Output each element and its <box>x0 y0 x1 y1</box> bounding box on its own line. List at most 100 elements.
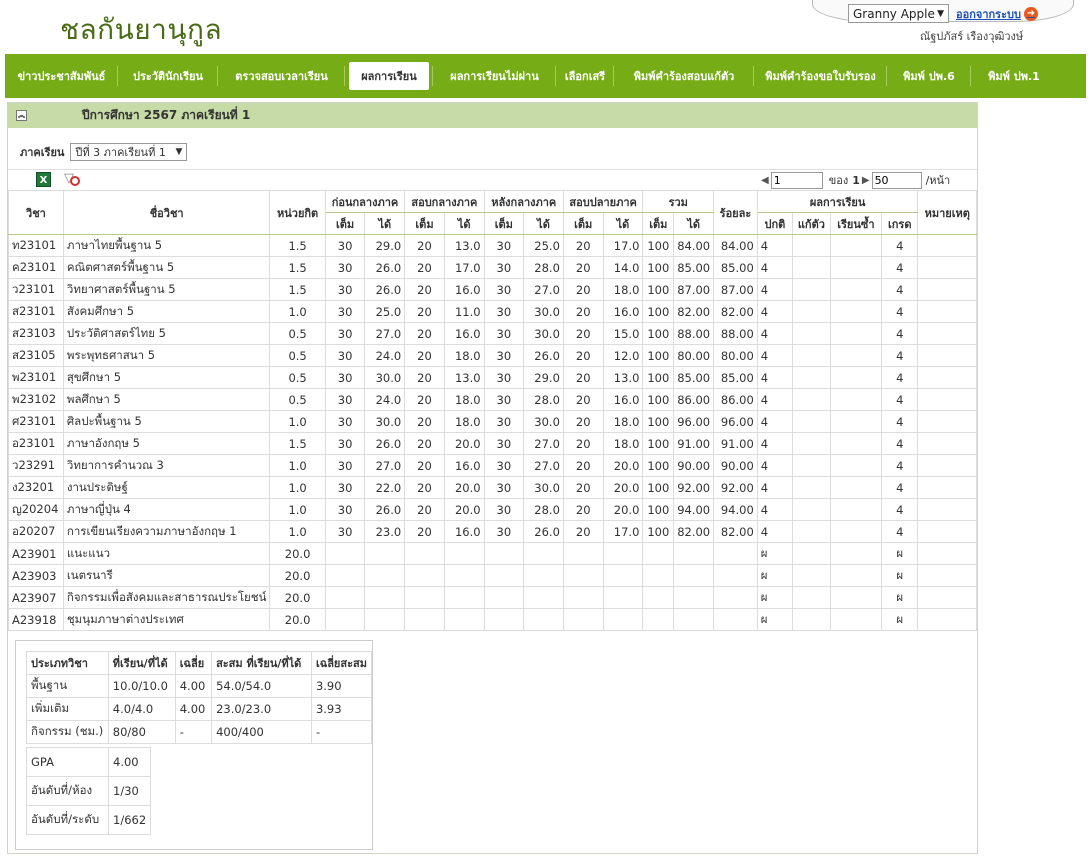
table-cell <box>917 454 977 477</box>
col-credit[interactable]: หน่วยกิต <box>269 190 326 235</box>
sum-col-cum-avg: เฉลี่ยสะสม <box>310 651 373 675</box>
page-input[interactable] <box>770 171 823 189</box>
col-got: ได้ <box>673 212 715 235</box>
table-cell: 27.0 <box>523 454 564 477</box>
table-cell: 85.00 <box>713 256 758 279</box>
table-cell <box>364 586 406 609</box>
table-row[interactable]: ญ20204 ภาษาญี่ปุ่น 4 1.0 30 26.0 20 20.0 30 28.0… <box>8 498 977 521</box>
table-cell: 18.0 <box>602 432 644 455</box>
summary-cell: 4.00 <box>174 674 213 698</box>
table-cell: 100 <box>642 520 675 543</box>
table-cell <box>642 608 675 631</box>
nav-item-8[interactable]: พิมพ์ ปพ.6 <box>887 54 971 98</box>
table-cell: 20 <box>562 256 604 279</box>
table-row[interactable]: ง23201 งานประดิษฐ์ 1.0 30 22.0 20 20.0 30 30.0 20… <box>8 476 977 499</box>
table-cell: 27.0 <box>523 278 564 301</box>
nav-item-6[interactable]: พิมพ์คำร้องสอบแก้ตัว <box>614 54 754 98</box>
table-row[interactable]: ว23291 วิทยาการคำนวณ 3 1.0 30 27.0 20 16.0 30 27… <box>8 454 977 477</box>
col-remark[interactable]: หมายเหตุ <box>917 190 977 235</box>
table-cell: 30 <box>483 432 525 455</box>
table-row[interactable]: พ23101 สุขศึกษา 5 0.5 30 30.0 20 13.0 30 29.0 20 1… <box>8 366 977 389</box>
nav-item-5[interactable]: เลือกเสรี <box>556 54 614 98</box>
table-row[interactable]: ส23101 สังคมศึกษา 5 1.0 30 25.0 20 11.0 30 30.0 2… <box>8 300 977 323</box>
table-cell <box>602 586 644 609</box>
gpa-value: 1/662 <box>107 805 152 835</box>
logout-link[interactable]: ออกจากระบบ ➜ <box>956 5 1038 23</box>
table-row[interactable]: ค23101 คณิตศาสตร์พื้นฐาน 5 1.5 30 26.0 20 17.0… <box>8 256 977 279</box>
table-row[interactable]: อ20207 การเขียนเรียงความภาษาอังกฤษ 1 1.0 30… <box>8 520 977 543</box>
table-cell: 100 <box>642 432 675 455</box>
excel-export-icon[interactable]: X <box>36 172 51 187</box>
summary-row: กิจกรรม (ชม.) 80/80-400/400- <box>26 720 373 744</box>
table-cell: 4 <box>881 476 919 499</box>
table-cell: 1.0 <box>269 520 326 543</box>
sum-col-credits: ที่เรียน/ที่ได้ <box>107 651 176 675</box>
col-got: ได้ <box>443 212 485 235</box>
table-row[interactable]: ท23101 ภาษาไทยพื้นฐาน 5 1.5 30 29.0 20 13.0 30 2… <box>8 234 977 257</box>
table-cell: 4 <box>756 322 794 345</box>
table-cell <box>324 542 366 565</box>
nav-item-3[interactable]: ผลการเรียน <box>345 54 433 98</box>
table-cell: 30 <box>324 388 366 411</box>
nav-item-4[interactable]: ผลการเรียนไม่ผ่าน <box>433 54 556 98</box>
table-cell: ศิลปะพื้นฐาน 5 <box>62 410 271 433</box>
table-cell <box>483 608 525 631</box>
logout-label: ออกจากระบบ <box>956 8 1021 21</box>
semester-select[interactable]: ปีที่ 3 ภาคเรียนที่ 1 ▼ <box>70 143 188 161</box>
table-cell: 20 <box>404 476 445 499</box>
table-cell: 1.5 <box>269 234 326 257</box>
table-cell: 12.0 <box>602 344 644 367</box>
table-cell: 30 <box>324 344 366 367</box>
nav-item-label: ประวัตินักเรียน <box>133 70 203 83</box>
table-cell <box>602 564 644 587</box>
table-cell: 85.00 <box>673 366 715 389</box>
col-repeat: เรียนซ้ำ <box>829 212 883 235</box>
table-cell: 20 <box>562 278 604 301</box>
table-cell: 20.0 <box>269 608 326 631</box>
table-cell <box>829 454 883 477</box>
table-row[interactable]: A23918 ชุมนุมภาษาต่างประเทศ 20.0 ผ ผ <box>8 608 977 631</box>
collapse-up-icon[interactable]: ︽ <box>16 110 27 121</box>
gpa-row: อันดับที่/ห้อง 1/30 <box>26 776 152 806</box>
table-cell: 26.0 <box>364 498 406 521</box>
gpa-row: GPA 4.00 <box>26 747 152 777</box>
table-row[interactable]: ว23101 วิทยาศาสตร์พื้นฐาน 5 1.5 30 26.0 20 16.… <box>8 278 977 301</box>
nav-item-7[interactable]: พิมพ์คำร้องขอใบรับรอง <box>754 54 887 98</box>
col-percent[interactable]: ร้อยละ <box>713 190 758 235</box>
table-cell: ว23101 <box>8 278 64 301</box>
table-cell <box>673 586 715 609</box>
user-theme-select[interactable]: Granny Apple ▼ <box>848 4 949 23</box>
table-cell: 0.5 <box>269 388 326 411</box>
table-row[interactable]: อ23101 ภาษาอังกฤษ 5 1.5 30 26.0 20 20.0 30 27.0 2… <box>8 432 977 455</box>
table-cell: พลศึกษา 5 <box>62 388 271 411</box>
table-cell <box>792 520 831 543</box>
col-name[interactable]: ชื่อวิชา <box>62 190 271 235</box>
table-cell <box>642 542 675 565</box>
table-cell: 16.0 <box>443 278 485 301</box>
per-page-input[interactable] <box>871 171 922 189</box>
table-cell: 84.00 <box>673 234 715 257</box>
table-row[interactable]: ส23105 พระพุทธศาสนา 5 0.5 30 24.0 20 18.0 30 26.… <box>8 344 977 367</box>
table-cell: 20 <box>404 432 445 455</box>
table-cell <box>443 608 485 631</box>
table-row[interactable]: ส23103 ประวัติศาสตร์ไทย 5 0.5 30 27.0 20 16.0 3… <box>8 322 977 345</box>
table-row[interactable]: พ23102 พลศึกษา 5 0.5 30 24.0 20 18.0 30 28.0 20 16… <box>8 388 977 411</box>
nav-item-0[interactable]: ข่าวประชาสัมพันธ์ <box>5 54 118 98</box>
table-row[interactable]: A23907 กิจกรรมเพื่อสังคมและสาธารณประโยชน์… <box>8 586 977 609</box>
table-cell: 20.0 <box>269 542 326 565</box>
filter-clear-icon[interactable]: ▽ <box>64 171 80 186</box>
table-cell: 4 <box>881 278 919 301</box>
nav-item-9[interactable]: พิมพ์ ปพ.1 <box>971 54 1057 98</box>
nav-item-2[interactable]: ตรวจสอบเวลาเรียน <box>218 54 345 98</box>
nav-item-1[interactable]: ประวัตินักเรียน <box>118 54 218 98</box>
table-row[interactable]: A23901 แนะแนว 20.0 ผ ผ <box>8 542 977 565</box>
table-cell: 30 <box>324 234 366 257</box>
table-cell: 96.00 <box>713 410 758 433</box>
table-row[interactable]: ศ23101 ศิลปะพื้นฐาน 5 1.0 30 30.0 20 18.0 30 30.… <box>8 410 977 433</box>
table-row[interactable]: A23903 เนตรนารี 20.0 ผ ผ <box>8 564 977 587</box>
table-cell: 30 <box>483 344 525 367</box>
col-code[interactable]: วิชา <box>8 190 64 235</box>
prev-page-icon[interactable]: ◀ <box>761 175 769 186</box>
next-page-icon[interactable]: ▶ <box>862 175 870 186</box>
gpa-value: 1/30 <box>107 776 152 806</box>
